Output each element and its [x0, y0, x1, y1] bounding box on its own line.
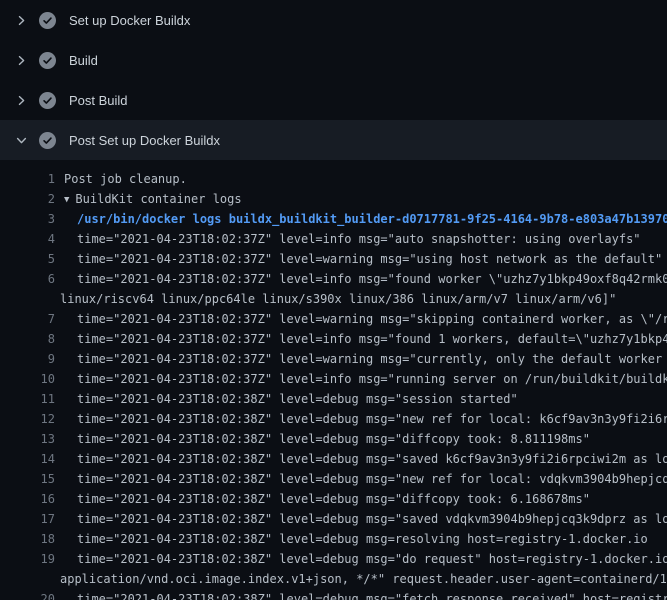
log-text: time="2021-04-23T18:02:38Z" level=debug …	[55, 529, 648, 549]
log-text: time="2021-04-23T18:02:38Z" level=debug …	[55, 429, 590, 449]
line-number[interactable]: 17	[0, 509, 55, 529]
step-header-build[interactable]: Build	[0, 40, 667, 80]
log-line: 6time="2021-04-23T18:02:37Z" level=info …	[0, 269, 667, 289]
log-text: application/vnd.oci.image.index.v1+json,…	[55, 569, 667, 589]
log-text: time="2021-04-23T18:02:38Z" level=debug …	[55, 549, 667, 569]
line-number[interactable]: 4	[0, 229, 55, 249]
line-number[interactable]: 18	[0, 529, 55, 549]
step-title: Set up Docker Buildx	[69, 13, 190, 28]
log-line: 2▼BuildKit container logs	[0, 189, 667, 209]
line-number	[0, 569, 55, 589]
log-line: 13time="2021-04-23T18:02:38Z" level=debu…	[0, 429, 667, 449]
log-line: 1Post job cleanup.	[0, 169, 667, 189]
log-text: time="2021-04-23T18:02:38Z" level=debug …	[55, 469, 667, 489]
log-text: time="2021-04-23T18:02:37Z" level=info m…	[55, 329, 667, 349]
success-check-circle-icon	[39, 132, 56, 149]
log-line: linux/riscv64 linux/ppc64le linux/s390x …	[0, 289, 667, 309]
log-text: Post job cleanup.	[55, 169, 187, 189]
log-line: 9time="2021-04-23T18:02:37Z" level=warni…	[0, 349, 667, 369]
log-text: time="2021-04-23T18:02:37Z" level=info m…	[55, 269, 667, 289]
log-line: 14time="2021-04-23T18:02:38Z" level=debu…	[0, 449, 667, 469]
line-number[interactable]: 1	[0, 169, 55, 189]
line-number[interactable]: 7	[0, 309, 55, 329]
log-text: time="2021-04-23T18:02:38Z" level=debug …	[55, 409, 667, 429]
log-text: time="2021-04-23T18:02:37Z" level=info m…	[55, 369, 667, 389]
success-check-circle-icon	[39, 52, 56, 69]
line-number[interactable]: 8	[0, 329, 55, 349]
step-title: Post Build	[69, 93, 128, 108]
line-number[interactable]: 19	[0, 549, 55, 569]
log-text: time="2021-04-23T18:02:37Z" level=warnin…	[55, 249, 662, 269]
log-command-text: /usr/bin/docker logs buildx_buildkit_bui…	[55, 209, 667, 229]
chevron-right-icon	[14, 93, 28, 107]
log-line: 7time="2021-04-23T18:02:37Z" level=warni…	[0, 309, 667, 329]
log-line: application/vnd.oci.image.index.v1+json,…	[0, 569, 667, 589]
chevron-down-icon	[14, 133, 28, 147]
log-line: 5time="2021-04-23T18:02:37Z" level=warni…	[0, 249, 667, 269]
step-header-post-build[interactable]: Post Build	[0, 80, 667, 120]
log-text: time="2021-04-23T18:02:38Z" level=debug …	[55, 449, 667, 469]
success-check-circle-icon	[39, 92, 56, 109]
line-number[interactable]: 9	[0, 349, 55, 369]
log-text: ▼BuildKit container logs	[55, 189, 242, 209]
log-line: 17time="2021-04-23T18:02:38Z" level=debu…	[0, 509, 667, 529]
log-line: 18time="2021-04-23T18:02:38Z" level=debu…	[0, 529, 667, 549]
log-text: time="2021-04-23T18:02:38Z" level=debug …	[55, 389, 518, 409]
line-number[interactable]: 11	[0, 389, 55, 409]
line-number[interactable]: 2	[0, 189, 55, 209]
group-collapse-icon[interactable]: ▼	[64, 190, 69, 209]
log-line: 16time="2021-04-23T18:02:38Z" level=debu…	[0, 489, 667, 509]
step-title: Build	[69, 53, 98, 68]
log-line: 4time="2021-04-23T18:02:37Z" level=info …	[0, 229, 667, 249]
log-text: time="2021-04-23T18:02:38Z" level=debug …	[55, 589, 667, 600]
line-number[interactable]: 16	[0, 489, 55, 509]
success-check-circle-icon	[39, 12, 56, 29]
log-line: 19time="2021-04-23T18:02:38Z" level=debu…	[0, 549, 667, 569]
step-header-set-up-docker-buildx[interactable]: Set up Docker Buildx	[0, 0, 667, 40]
log-line: 15time="2021-04-23T18:02:38Z" level=debu…	[0, 469, 667, 489]
log-line: 20time="2021-04-23T18:02:38Z" level=debu…	[0, 589, 667, 600]
log-text: time="2021-04-23T18:02:38Z" level=debug …	[55, 509, 667, 529]
line-number[interactable]: 5	[0, 249, 55, 269]
log-line-command: 3/usr/bin/docker logs buildx_buildkit_bu…	[0, 209, 667, 229]
line-number[interactable]: 12	[0, 409, 55, 429]
line-number[interactable]: 15	[0, 469, 55, 489]
log-line: 8time="2021-04-23T18:02:37Z" level=info …	[0, 329, 667, 349]
step-header-post-set-up-docker-buildx[interactable]: Post Set up Docker Buildx	[0, 120, 667, 160]
line-number[interactable]: 10	[0, 369, 55, 389]
log-line: 10time="2021-04-23T18:02:37Z" level=info…	[0, 369, 667, 389]
chevron-right-icon	[14, 13, 28, 27]
log-text: time="2021-04-23T18:02:37Z" level=warnin…	[55, 349, 667, 369]
step-list: Set up Docker Buildx Build Post Build Post …	[0, 0, 667, 160]
log-line: 12time="2021-04-23T18:02:38Z" level=debu…	[0, 409, 667, 429]
line-number[interactable]: 20	[0, 589, 55, 600]
log-output: 1Post job cleanup.2▼BuildKit container l…	[0, 160, 667, 600]
line-number[interactable]: 14	[0, 449, 55, 469]
actions-log-viewer: Set up Docker Buildx Build Post Build Post …	[0, 0, 667, 600]
log-text: time="2021-04-23T18:02:37Z" level=info m…	[55, 229, 641, 249]
log-line: 11time="2021-04-23T18:02:38Z" level=debu…	[0, 389, 667, 409]
chevron-right-icon	[14, 53, 28, 67]
step-title: Post Set up Docker Buildx	[69, 133, 220, 148]
line-number[interactable]: 6	[0, 269, 55, 289]
line-number[interactable]: 3	[0, 209, 55, 229]
line-number[interactable]: 13	[0, 429, 55, 449]
log-text: time="2021-04-23T18:02:38Z" level=debug …	[55, 489, 590, 509]
log-text: time="2021-04-23T18:02:37Z" level=warnin…	[55, 309, 667, 329]
log-text: linux/riscv64 linux/ppc64le linux/s390x …	[55, 289, 616, 309]
line-number	[0, 289, 55, 309]
